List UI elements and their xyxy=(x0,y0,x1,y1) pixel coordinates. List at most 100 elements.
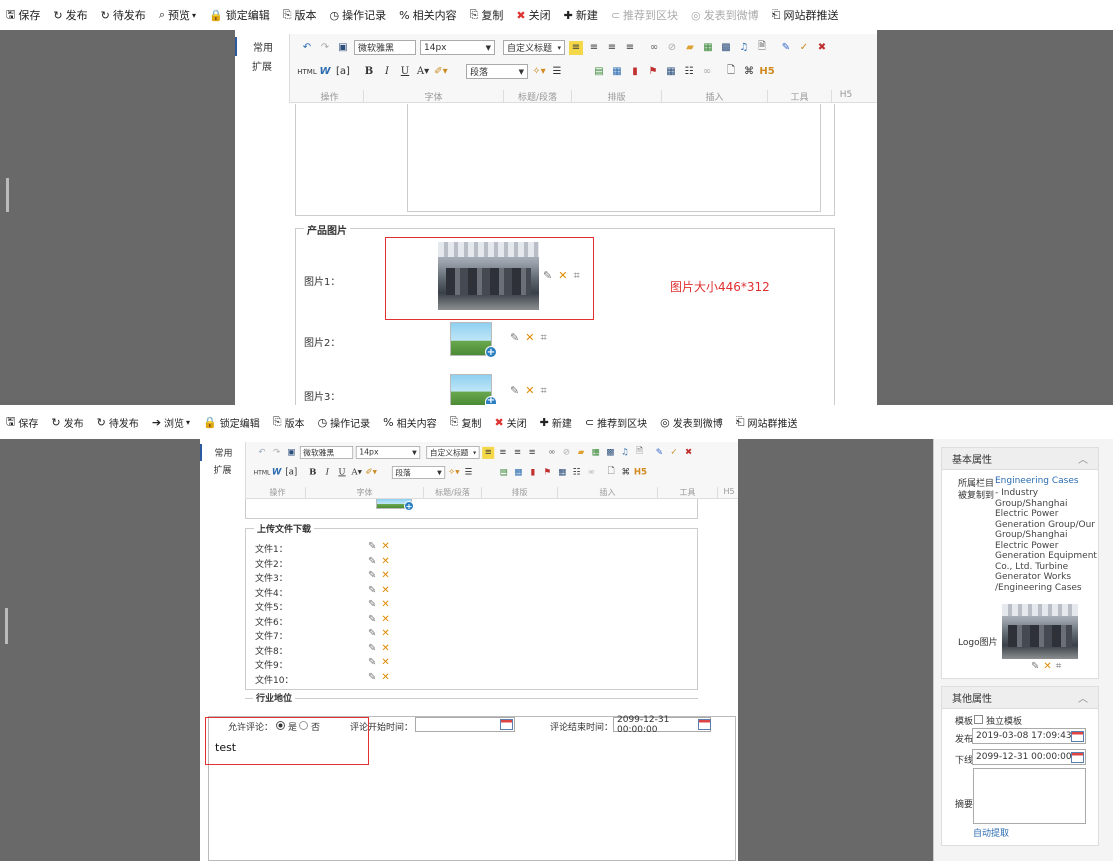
bold-icon[interactable]: B xyxy=(307,466,319,478)
paragraph-select[interactable]: 段落 ▼ xyxy=(466,64,528,79)
delete-icon[interactable]: ✕ xyxy=(381,599,389,610)
calendar-icon[interactable] xyxy=(500,719,513,730)
undo-icon[interactable]: ↶ xyxy=(300,41,314,55)
delete-icon[interactable]: ✕ xyxy=(381,628,389,639)
music-icon[interactable]: ♫ xyxy=(737,41,751,55)
magic-icon[interactable]: ✧▾ xyxy=(532,65,546,79)
version-button[interactable]: ⎘ 版本 xyxy=(273,415,305,430)
clear-format-icon[interactable]: ✖ xyxy=(815,41,829,55)
tab-extend[interactable]: 扩展 xyxy=(235,56,289,75)
underline-icon[interactable]: U xyxy=(336,466,348,478)
delete-icon[interactable]: ✕ xyxy=(525,384,534,398)
column-link[interactable]: Engineering Cases xyxy=(995,476,1079,486)
publish-button[interactable]: ↻ 发布 xyxy=(51,415,83,430)
clear-format-icon[interactable]: ✖ xyxy=(683,446,695,458)
picture-icon[interactable]: ▦ xyxy=(512,466,524,478)
delete-icon[interactable]: ✕ xyxy=(381,614,389,625)
template-checkbox[interactable] xyxy=(974,715,983,724)
version-button[interactable]: ⎘ 版本 xyxy=(283,7,317,23)
font-family-select[interactable]: 微软雅黑 xyxy=(354,40,416,55)
h5-icon[interactable]: H5 xyxy=(634,466,647,478)
lock-edit-button[interactable]: 🔒 锁定编辑 xyxy=(203,415,260,430)
edit-icon[interactable]: ✎ xyxy=(368,614,376,625)
highlight-icon[interactable]: ✐▾ xyxy=(434,65,448,79)
delete-icon[interactable]: ✕ xyxy=(381,585,389,596)
side-collapse-handle[interactable] xyxy=(5,608,8,644)
delete-icon[interactable]: ✕ xyxy=(381,556,389,567)
edit-icon[interactable]: ✎ xyxy=(368,570,376,581)
html-icon[interactable]: HTML xyxy=(297,65,316,79)
tab-extend[interactable]: 扩展 xyxy=(200,461,245,478)
link2-icon[interactable]: ∞ xyxy=(700,65,714,79)
indent-icon[interactable]: ☰ xyxy=(550,65,564,79)
h5-icon[interactable]: H5 xyxy=(759,65,774,79)
calendar-icon[interactable] xyxy=(1071,731,1084,742)
chart-icon[interactable]: ▮ xyxy=(628,65,642,79)
chart-icon[interactable]: ▮ xyxy=(527,466,539,478)
music-icon[interactable]: ♫ xyxy=(619,446,631,458)
recommend-block-button[interactable]: ⊂ 推荐到区块 xyxy=(611,7,678,23)
offline-date-input[interactable]: 2099-12-31 00:00:00 xyxy=(972,749,1086,765)
top-textarea[interactable] xyxy=(407,104,821,212)
list-icon[interactable]: ☷ xyxy=(682,65,696,79)
calendar-icon[interactable] xyxy=(698,719,711,730)
source-icon[interactable]: ▣ xyxy=(285,446,297,458)
media-icon[interactable]: ▦ xyxy=(590,446,602,458)
tab-common[interactable]: 常用 xyxy=(200,444,245,461)
link2-icon[interactable]: ∞ xyxy=(585,466,597,478)
media-icon[interactable]: ▦ xyxy=(701,41,715,55)
logo-thumbnail[interactable] xyxy=(1002,604,1078,659)
close-button[interactable]: ✖ 关闭 xyxy=(494,415,526,430)
anchor-icon[interactable]: [a] xyxy=(336,65,350,79)
indent-icon[interactable]: ☰ xyxy=(462,466,474,478)
edit-icon[interactable]: ✎ xyxy=(368,643,376,654)
edit-icon[interactable]: ✎ xyxy=(510,384,519,398)
auto-extract-link[interactable]: 自动提取 xyxy=(973,826,1009,839)
site-push-button[interactable]: ⎗ 网站群推送 xyxy=(736,415,798,430)
list-icon[interactable]: ☷ xyxy=(571,466,583,478)
edit-icon[interactable]: ✎ xyxy=(368,672,376,683)
copy-button[interactable]: ⎘ 复制 xyxy=(470,7,504,23)
add-image-icon[interactable]: + xyxy=(485,396,497,405)
font-size-select[interactable]: 14px ▼ xyxy=(355,446,421,459)
underline-icon[interactable]: U xyxy=(398,65,412,79)
excel-icon[interactable]: ▤ xyxy=(592,65,606,79)
delete-icon[interactable]: ✕ xyxy=(381,643,389,654)
preview-button[interactable]: ⌕ 预览 ▾ xyxy=(159,7,196,23)
find-icon[interactable]: ⌘ xyxy=(620,466,632,478)
font-color-icon[interactable]: A▾ xyxy=(416,65,430,79)
eraser-icon[interactable]: ✎ xyxy=(653,446,665,458)
image-icon[interactable]: ▰ xyxy=(683,41,697,55)
related-button[interactable]: % 相关内容 xyxy=(383,415,436,430)
edit-icon[interactable]: ✎ xyxy=(368,556,376,567)
delete-icon[interactable]: ✕ xyxy=(381,672,389,683)
close-button[interactable]: ✖ 关闭 xyxy=(516,7,550,23)
redo-icon[interactable]: ↷ xyxy=(271,446,283,458)
bold-icon[interactable]: B xyxy=(362,65,376,79)
align-center-icon[interactable]: ≡ xyxy=(587,41,601,55)
excel-icon[interactable]: ▤ xyxy=(498,466,510,478)
paragraph-select[interactable]: 段落 ▼ xyxy=(391,466,446,479)
word-icon[interactable]: W xyxy=(271,466,283,478)
redo-icon[interactable]: ↷ xyxy=(318,41,332,55)
unlink-icon[interactable]: ⊘ xyxy=(560,446,572,458)
pending-publish-button[interactable]: ↻ 待发布 xyxy=(101,7,146,23)
align-left-icon[interactable]: ≡ xyxy=(569,40,583,55)
edit-icon[interactable]: ✎ xyxy=(368,628,376,639)
delete-icon[interactable]: ✕ xyxy=(381,657,389,668)
brush-icon[interactable]: ✓ xyxy=(797,41,811,55)
side-collapse-handle[interactable] xyxy=(6,178,9,212)
save-button[interactable]: 🖫 保存 xyxy=(6,413,38,432)
video-icon[interactable]: ▩ xyxy=(719,41,733,55)
table-icon[interactable]: ▦ xyxy=(664,65,678,79)
publish-date-input[interactable]: 2019-03-08 17:09:43 xyxy=(972,728,1086,744)
comment-end-input[interactable]: 2099-12-31 00:00:00 xyxy=(613,715,711,735)
calendar-icon[interactable] xyxy=(1071,752,1084,763)
heading-select[interactable]: 自定义标题 ▾ xyxy=(503,40,565,55)
brush-icon[interactable]: ✓ xyxy=(668,446,680,458)
font-family-select[interactable]: 微软雅黑 xyxy=(299,446,354,459)
edit-icon[interactable]: ✎ xyxy=(368,541,376,552)
delete-icon[interactable]: ✕ xyxy=(525,331,534,345)
weibo-button[interactable]: ◎ 发表到微博 xyxy=(660,415,723,430)
image-icon[interactable]: ▰ xyxy=(575,446,587,458)
